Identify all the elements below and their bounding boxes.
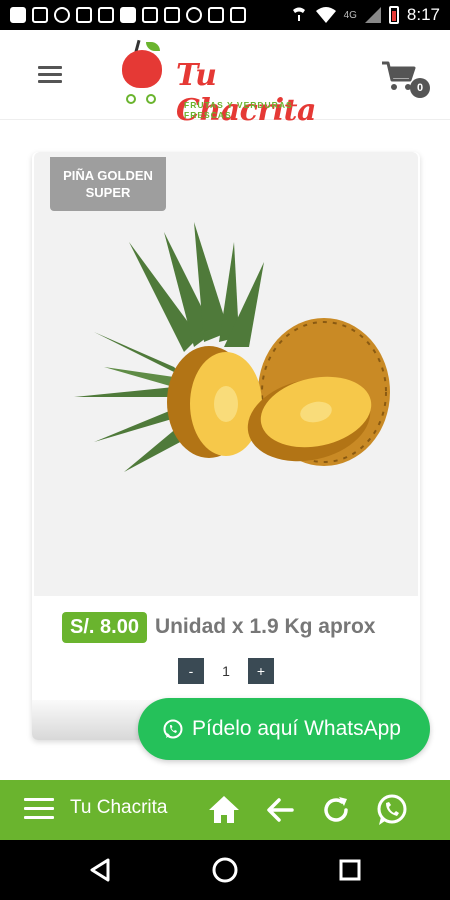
signal-icon <box>364 7 381 23</box>
menu-icon[interactable] <box>24 798 54 820</box>
network-type: 4G <box>343 9 357 21</box>
image-icon <box>164 7 180 23</box>
toolbar-title: Tu Chacrita <box>70 797 168 818</box>
pineapple-image <box>74 222 390 472</box>
circle-home-icon <box>212 857 238 883</box>
cloud-icon <box>186 7 202 23</box>
square-recents-icon <box>339 859 361 881</box>
wheel-icon <box>146 94 156 104</box>
facebook-icon <box>10 7 26 23</box>
brand-logo[interactable]: Tu Chacrita FRUTAS Y VERDURAS FRESCAS <box>116 38 336 128</box>
wheel-icon <box>126 94 136 104</box>
increase-button[interactable]: + <box>247 658 274 684</box>
wifi-icon <box>315 7 336 23</box>
home-icon <box>209 796 239 823</box>
leaf-icon <box>146 42 160 51</box>
product-name-line2: SUPER <box>85 185 131 200</box>
system-home-button[interactable] <box>209 854 241 886</box>
apple-icon <box>122 50 162 88</box>
whatsapp-button[interactable] <box>374 792 410 828</box>
bottom-toolbar: Tu Chacrita <box>0 780 450 840</box>
whatsapp-order-label: Pídelo aquí WhatsApp <box>192 717 401 740</box>
whatsapp-icon <box>163 719 183 739</box>
system-back-button[interactable] <box>84 854 116 886</box>
cart-count-badge: 0 <box>410 78 430 98</box>
wifi-call-icon <box>292 7 305 21</box>
system-recents-button[interactable] <box>334 854 366 886</box>
clock: 8:17 <box>406 5 440 24</box>
back-button[interactable] <box>262 792 298 828</box>
menu-icon[interactable] <box>38 66 62 84</box>
triangle-back-icon <box>90 858 110 882</box>
play-store-icon <box>230 7 246 23</box>
system-nav-bar <box>0 840 450 900</box>
clipboard-icon <box>98 7 114 23</box>
tiktok-icon <box>54 7 70 23</box>
refresh-icon <box>324 797 348 822</box>
decrease-button[interactable]: - <box>178 658 204 684</box>
refresh-button[interactable] <box>318 792 354 828</box>
unit-description: Unidad x 1.9 Kg aprox <box>154 615 376 638</box>
product-card[interactable]: PIÑA GOLDEN SUPER S/. 8.00 Unidad x 1.9 … <box>32 152 420 740</box>
app-header: Tu Chacrita FRUTAS Y VERDURAS FRESCAS 0 <box>0 30 450 128</box>
whatsapp-order-button[interactable]: Pídelo aquí WhatsApp <box>138 698 430 760</box>
price-row: S/. 8.00 Unidad x 1.9 Kg aprox <box>62 610 402 644</box>
whatsapp-icon <box>377 794 407 825</box>
status-bar: 4G 8:17 <box>0 0 450 30</box>
battery-icon <box>388 6 399 24</box>
back-arrow-icon <box>267 798 294 822</box>
product-image[interactable] <box>34 152 418 596</box>
mail-icon <box>142 7 158 23</box>
product-name-badge: PIÑA GOLDEN SUPER <box>50 157 166 211</box>
facebook-icon <box>120 7 136 23</box>
quantity-stepper[interactable]: - 1 + <box>178 658 274 684</box>
quantity-value: 1 <box>222 663 230 679</box>
home-button[interactable] <box>206 792 242 828</box>
vk-icon <box>208 7 224 23</box>
notification-icons <box>10 7 246 23</box>
camera-icon <box>32 7 48 23</box>
brand-tagline: FRUTAS Y VERDURAS FRESCAS <box>184 100 293 120</box>
price-tag: S/. 8.00 <box>62 611 147 643</box>
product-name-line1: PIÑA GOLDEN <box>63 168 153 183</box>
tiktok-icon <box>76 7 92 23</box>
